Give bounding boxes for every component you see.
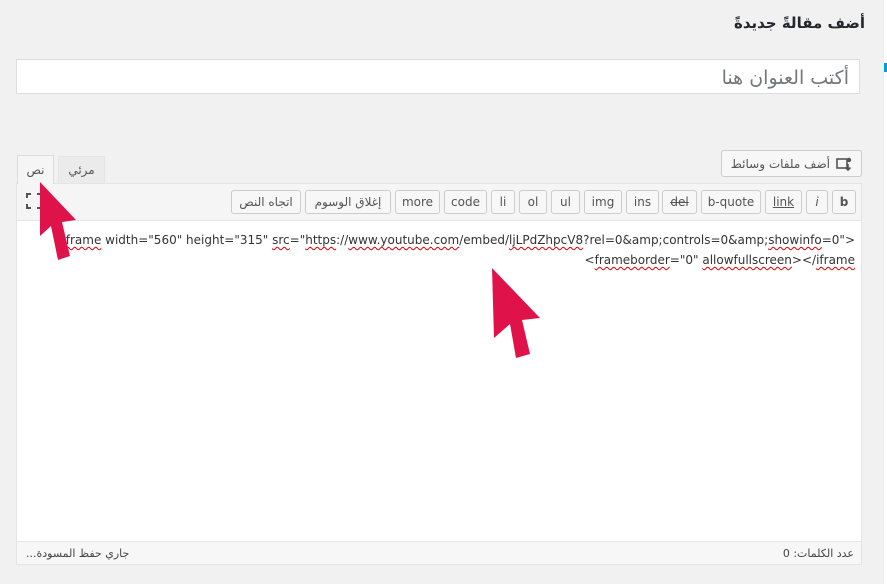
draft-status: جاري حفظ المسودة... bbox=[26, 547, 130, 560]
qt-li-button[interactable]: li bbox=[491, 190, 515, 214]
add-media-button[interactable]: أضف ملفات وسائط bbox=[721, 150, 862, 177]
pointer-arrow-icon bbox=[40, 182, 76, 260]
editor-content-line-1[interactable]: iframe width="560" height="315" src="htt… bbox=[62, 233, 855, 247]
media-icon bbox=[836, 156, 853, 172]
qt-ul-button[interactable]: ul bbox=[551, 190, 580, 214]
qt-bold-button[interactable]: b bbox=[832, 190, 856, 214]
pointer-arrow-icon bbox=[492, 268, 540, 358]
qt-code-button[interactable]: code bbox=[444, 190, 487, 214]
qt-italic-button[interactable]: i bbox=[806, 190, 828, 214]
qt-ol-button[interactable]: ol bbox=[519, 190, 547, 214]
qt-text-direction-button[interactable]: اتجاه النص bbox=[231, 190, 301, 214]
qt-img-button[interactable]: img bbox=[584, 190, 622, 214]
qt-bquote-button[interactable]: b-quote bbox=[701, 190, 761, 214]
editor-content-line-2[interactable]: <frameborder="0" allowfullscreen></ifram… bbox=[585, 253, 855, 267]
tab-visual[interactable]: مرئي bbox=[58, 156, 105, 183]
add-media-label: أضف ملفات وسائط bbox=[730, 156, 830, 171]
editor-status-bar bbox=[17, 541, 861, 564]
qt-close-tags-button[interactable]: إغلاق الوسوم bbox=[305, 190, 391, 214]
qt-more-button[interactable]: more bbox=[395, 190, 440, 214]
post-title-input[interactable]: أكتب العنوان هنا bbox=[16, 59, 860, 94]
page-title: أضف مقالةً جديدةً bbox=[733, 14, 865, 32]
qt-link-button[interactable]: link bbox=[765, 190, 802, 214]
word-count: عدد الكلمات: 0 bbox=[782, 547, 854, 560]
qt-del-button[interactable]: del bbox=[662, 190, 697, 214]
qt-ins-button[interactable]: ins bbox=[626, 190, 659, 214]
